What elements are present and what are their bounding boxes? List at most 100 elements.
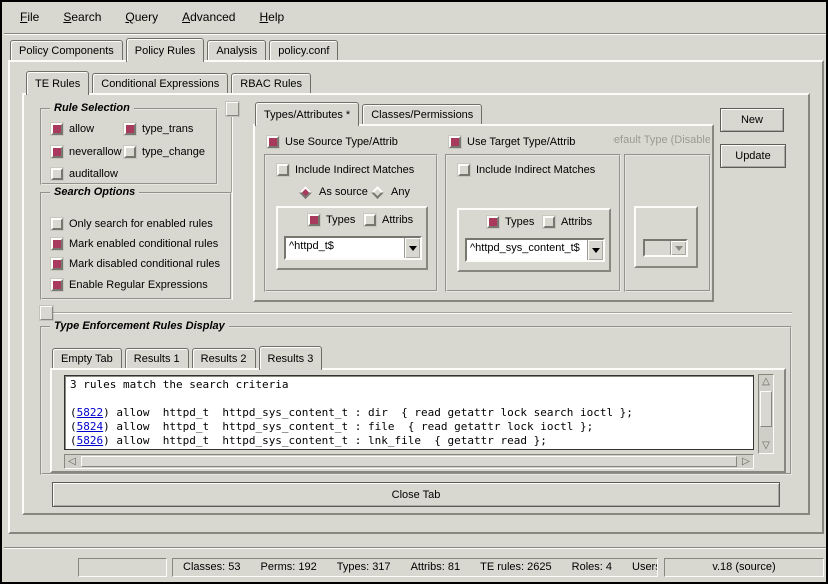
scroll-left-icon[interactable]: ◁ (65, 455, 79, 468)
tab-types-attributes[interactable]: Types/Attributes * (255, 102, 359, 126)
tab-analysis[interactable]: Analysis (207, 40, 266, 60)
target-type-combobox[interactable]: ^httpd_sys_content_t$ (465, 238, 605, 262)
menu-advanced[interactable]: Advanced (172, 7, 245, 27)
checkbox-type-change[interactable]: type_change (124, 146, 205, 158)
vertical-scrollbar[interactable]: △ ▽ (758, 374, 774, 454)
rule-number-link[interactable]: 5822 (77, 406, 104, 419)
tab-label: Policy Rules (135, 45, 196, 57)
results-page: 3 rules match the search criteria (5822)… (50, 368, 786, 473)
result-rule-line: (5826) allow httpd_t httpd_sys_content_t… (70, 434, 748, 448)
checkbox-target-types[interactable]: Types (487, 216, 534, 228)
button-label: New (741, 114, 763, 126)
checkbox-label: Mark enabled conditional rules (69, 238, 218, 250)
new-button[interactable]: New (720, 108, 784, 132)
checkbox-indicator (267, 136, 279, 148)
checkbox-label: Include Indirect Matches (476, 164, 595, 176)
checkbox-allow[interactable]: allow (51, 123, 94, 135)
default-type-inner-frame (634, 206, 698, 268)
horizontal-sash-line (40, 312, 792, 314)
source-types-frame: Types Attribs ^httpd_t$ (276, 206, 428, 270)
radio-indicator (299, 186, 312, 199)
tab-policy-components[interactable]: Policy Components (10, 40, 123, 60)
combobox-value: ^httpd_t$ (286, 238, 404, 258)
checkbox-label: Types (505, 216, 534, 228)
statusbar-version-panel: v.18 (source) (664, 558, 824, 577)
checkbox-label: Attribs (382, 214, 413, 226)
menu-file[interactable]: File (10, 7, 49, 27)
menu-help[interactable]: Help (249, 7, 294, 27)
tab-policy-rules[interactable]: Policy Rules (126, 38, 205, 62)
statusbar-empty-panel (78, 558, 167, 577)
results-summary: 3 rules match the search criteria (70, 378, 748, 392)
source-type-combobox[interactable]: ^httpd_t$ (284, 236, 422, 260)
tab-classes-permissions[interactable]: Classes/Permissions (362, 104, 482, 124)
horizontal-scrollbar[interactable]: ◁ ▷ (64, 454, 754, 469)
checkbox-use-source-type[interactable]: Use Source Type/Attrib (267, 136, 398, 148)
checkbox-indicator (543, 216, 555, 228)
checkbox-indicator (51, 218, 63, 230)
checkbox-neverallow[interactable]: neverallow (51, 146, 122, 158)
tab-rbac-rules[interactable]: RBAC Rules (231, 73, 311, 93)
default-type-combobox (643, 239, 688, 257)
vertical-sash-handle[interactable] (226, 102, 239, 116)
checkbox-use-target-type[interactable]: Use Target Type/Attrib (449, 136, 575, 148)
checkbox-source-indirect[interactable]: Include Indirect Matches (277, 164, 414, 176)
tab-conditional-expressions[interactable]: Conditional Expressions (92, 73, 228, 93)
tab-label: RBAC Rules (240, 78, 302, 90)
checkbox-label: auditallow (69, 168, 118, 180)
update-button[interactable]: Update (720, 144, 786, 168)
checkbox-indicator (51, 238, 63, 250)
menu-separator (4, 33, 826, 35)
tab-results-3[interactable]: Results 3 (259, 346, 323, 370)
horizontal-scrollbar-thumb[interactable] (81, 456, 737, 467)
tab-results-2[interactable]: Results 2 (192, 348, 256, 368)
results-text-area[interactable]: 3 rules match the search criteria (5822)… (64, 375, 754, 450)
checkbox-indicator (124, 146, 136, 158)
checkbox-indicator (308, 214, 320, 226)
radio-indicator (371, 186, 384, 199)
default-type-label: Default Type (Disabled) (613, 134, 710, 146)
rule-number-link[interactable]: 5826 (77, 434, 104, 447)
checkbox-auditallow[interactable]: auditallow (51, 168, 118, 180)
scroll-up-icon[interactable]: △ (759, 375, 773, 389)
checkbox-target-attribs[interactable]: Attribs (543, 216, 592, 228)
checkbox-mark-disabled-conditional[interactable]: Mark disabled conditional rules (51, 258, 220, 270)
statusbar-separator (4, 547, 826, 549)
checkbox-indicator (51, 258, 63, 270)
checkbox-only-enabled-rules[interactable]: Only search for enabled rules (51, 218, 213, 230)
radio-any[interactable]: Any (370, 186, 410, 198)
checkbox-mark-enabled-conditional[interactable]: Mark enabled conditional rules (51, 238, 218, 250)
checkbox-indicator (458, 164, 470, 176)
checkbox-indicator (124, 123, 136, 135)
scroll-down-icon[interactable]: ▽ (759, 439, 773, 453)
checkbox-indicator (487, 216, 499, 228)
scroll-right-icon[interactable]: ▷ (739, 455, 753, 468)
checkbox-label: Mark disabled conditional rules (69, 258, 220, 270)
horizontal-sash-handle[interactable] (40, 306, 53, 320)
checkbox-label: Types (326, 214, 355, 226)
checkbox-type-trans[interactable]: type_trans (124, 123, 193, 135)
tab-results-1[interactable]: Results 1 (125, 348, 189, 368)
rule-selection-group: Rule Selection allow type_trans neverall… (40, 108, 218, 185)
radio-as-source[interactable]: As source (298, 186, 368, 198)
tab-te-rules[interactable]: TE Rules (26, 71, 89, 95)
tab-policy-conf[interactable]: policy.conf (269, 40, 338, 60)
checkbox-source-attribs[interactable]: Attribs (364, 214, 413, 226)
checkbox-indicator (51, 146, 63, 158)
menu-bar: File Search Query Advanced Help (4, 2, 826, 32)
dropdown-arrow-icon[interactable] (587, 240, 603, 260)
checkbox-label: Attribs (561, 216, 592, 228)
checkbox-source-types[interactable]: Types (308, 214, 355, 226)
tab-empty-tab[interactable]: Empty Tab (52, 348, 122, 368)
vertical-scrollbar-thumb[interactable] (760, 391, 772, 427)
checkbox-target-indirect[interactable]: Include Indirect Matches (458, 164, 595, 176)
menu-search[interactable]: Search (53, 7, 111, 27)
checkbox-enable-regex[interactable]: Enable Regular Expressions (51, 279, 208, 291)
tab-label: Results 2 (201, 353, 247, 365)
menu-query[interactable]: Query (115, 7, 168, 27)
checkbox-label: allow (69, 123, 94, 135)
rule-number-link[interactable]: 5824 (77, 420, 104, 433)
close-tab-button[interactable]: Close Tab (52, 482, 780, 507)
dropdown-arrow-icon[interactable] (404, 238, 420, 258)
checkbox-label: Include Indirect Matches (295, 164, 414, 176)
